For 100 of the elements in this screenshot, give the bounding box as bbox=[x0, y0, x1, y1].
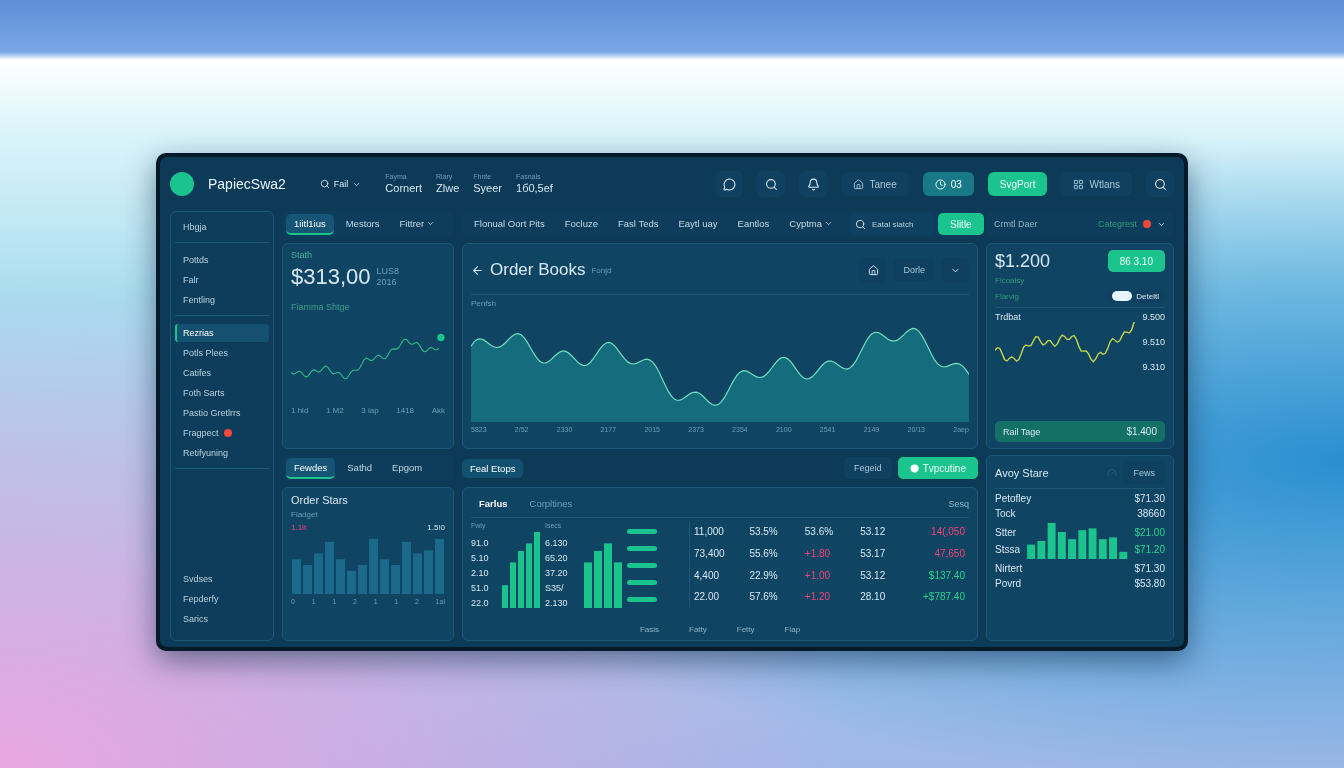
level-bar bbox=[627, 546, 657, 551]
clock-icon bbox=[934, 178, 946, 190]
metric-value: Cornert bbox=[385, 181, 423, 195]
sidebar-item[interactable]: Hbgja bbox=[175, 218, 269, 236]
grid-icon bbox=[1073, 178, 1085, 190]
back-icon[interactable] bbox=[471, 263, 484, 277]
view-button[interactable]: Fews bbox=[1123, 462, 1165, 484]
table-cell-text: S35/ bbox=[545, 583, 565, 593]
sidebar-item[interactable]: Pastio Gretlrrs bbox=[175, 404, 269, 422]
header-button[interactable]: Tanee bbox=[841, 172, 909, 196]
table-tab[interactable]: Corpltines bbox=[521, 494, 581, 513]
table-cell-text: 11,000 bbox=[694, 526, 725, 539]
tab[interactable]: Cyptma bbox=[781, 213, 841, 235]
tab[interactable]: Fasl Teds bbox=[610, 213, 667, 235]
house-icon bbox=[853, 178, 865, 190]
table-cell-text: 4,400 bbox=[694, 569, 721, 583]
sidebar-item[interactable]: Fentling bbox=[175, 291, 269, 309]
stat-label: Stath bbox=[291, 250, 313, 260]
table-cell-text: +1.80 bbox=[804, 547, 832, 561]
segment-tab[interactable]: Sathd bbox=[339, 457, 381, 479]
sidebar-item[interactable]: Falr bbox=[175, 271, 269, 289]
search-input[interactable]: Eatal slatch bbox=[870, 218, 928, 230]
sidebar-item[interactable]: Retifyuning bbox=[175, 444, 269, 462]
title-suffix: Fonjd bbox=[591, 265, 612, 275]
row-label: Stssa bbox=[995, 544, 1020, 555]
tab[interactable]: Focluze bbox=[556, 213, 606, 235]
sidebar-item[interactable]: Catifes bbox=[175, 364, 269, 382]
search-icon bbox=[855, 218, 866, 230]
sidebar-item[interactable]: Foth Sarts bbox=[175, 384, 269, 402]
table-cell-text: 53.6% bbox=[804, 526, 835, 539]
footer-label: Fetty bbox=[736, 625, 755, 634]
tab[interactable]: Mestors bbox=[337, 213, 388, 235]
search-icon[interactable] bbox=[1146, 171, 1174, 197]
header-button[interactable]: 03 bbox=[922, 172, 974, 196]
axis-tick: 9.310 bbox=[1142, 362, 1165, 372]
tab[interactable]: Flonual Oort Pits bbox=[466, 213, 553, 235]
table-cell-text: 2.130 bbox=[545, 598, 569, 608]
table-cell-text: $137.40 bbox=[927, 569, 965, 583]
header-label: Crmtl Daer bbox=[994, 219, 1038, 229]
row-value: $21.00 bbox=[1134, 527, 1165, 538]
tab[interactable]: 1iitl1ius bbox=[286, 213, 334, 235]
sidebar-item[interactable]: Rezrias bbox=[175, 324, 269, 342]
footer-label: Fasis bbox=[639, 625, 659, 634]
search-field[interactable]: Eatal slatch bbox=[849, 213, 934, 235]
axis-tick: 9.500 bbox=[1142, 312, 1165, 322]
stat-value: $313,00 bbox=[291, 264, 371, 290]
table-cell-text: 65.20 bbox=[545, 553, 569, 563]
toggle-switch[interactable] bbox=[1112, 291, 1133, 301]
segment-tab[interactable]: Fewdes bbox=[286, 457, 336, 479]
circle-icon bbox=[909, 463, 919, 473]
table-tab[interactable]: Farlus bbox=[471, 494, 516, 513]
sidebar-item[interactable]: Svdses bbox=[175, 570, 269, 588]
header-button[interactable]: Wtlans bbox=[1061, 172, 1132, 196]
table-cell-text: 2.10 bbox=[471, 568, 490, 578]
sidebar-item[interactable]: Potls Plees bbox=[175, 344, 269, 362]
bell-icon[interactable] bbox=[799, 171, 828, 197]
tab[interactable]: Eantlos bbox=[729, 213, 778, 235]
row-label: Povrd bbox=[995, 578, 1022, 589]
search-icon[interactable] bbox=[757, 171, 786, 197]
table-action[interactable]: Sesq bbox=[948, 498, 969, 509]
level-bar bbox=[627, 580, 657, 585]
axis-tick: 1 M2 bbox=[325, 406, 344, 415]
sidebar-item[interactable]: Sarics bbox=[175, 610, 269, 628]
price-sub: Ficoalsy bbox=[995, 276, 1026, 285]
table-cell-text: 55.6% bbox=[749, 547, 779, 561]
table-cell-text: 73,400 bbox=[694, 547, 726, 561]
metric-value: Syeer bbox=[473, 181, 502, 195]
table-cell-text: 22.0 bbox=[471, 598, 490, 608]
table-cell-text: 5.10 bbox=[471, 553, 490, 563]
tab[interactable]: Eaytl uay bbox=[670, 213, 726, 235]
table-cell-text: 14(,050 bbox=[930, 526, 965, 539]
sidebar-item[interactable]: Fepderfy bbox=[175, 590, 269, 608]
secondary-button[interactable]: Fegeid bbox=[844, 457, 892, 479]
table-cell-text: 47,650 bbox=[933, 547, 965, 561]
filter-dropdown[interactable]: Fail bbox=[309, 173, 372, 195]
table-cell-text: 53.12 bbox=[860, 569, 887, 583]
level-bar bbox=[627, 597, 657, 602]
chat-icon[interactable] bbox=[715, 171, 744, 197]
gauge-icon bbox=[1107, 468, 1118, 478]
segment-tab[interactable]: Epgom bbox=[384, 457, 431, 479]
table-cell-text: 91.0 bbox=[471, 538, 490, 548]
home-icon[interactable] bbox=[859, 257, 888, 283]
table-cell-text: +1.20 bbox=[804, 591, 832, 604]
level-bar bbox=[627, 563, 657, 568]
tab[interactable]: Fittrer bbox=[391, 213, 444, 235]
table-cell-text: 51.0 bbox=[471, 583, 490, 593]
metric-value: 1б0,5ef bbox=[516, 181, 553, 195]
axis-tick: 3 iap bbox=[361, 406, 379, 415]
stat-sub: 2016 bbox=[376, 277, 398, 288]
card-title: Order Books bbox=[490, 260, 586, 280]
row-label: Nirtert bbox=[995, 563, 1023, 574]
chart-label: Fiadget bbox=[291, 510, 319, 519]
row-value: $71.20 bbox=[1134, 544, 1165, 555]
price-value: $1.200 bbox=[995, 250, 1051, 272]
select-dropdown[interactable]: Dorle bbox=[893, 259, 935, 281]
low-value: 1.1lt bbox=[291, 523, 307, 532]
sidebar-item[interactable]: Pottds bbox=[175, 251, 269, 269]
sidebar-item[interactable]: Fragpect bbox=[175, 424, 269, 442]
table-cell-text: 57.6% bbox=[749, 591, 779, 604]
toolbar-tab[interactable]: Feal Etops bbox=[462, 458, 524, 478]
